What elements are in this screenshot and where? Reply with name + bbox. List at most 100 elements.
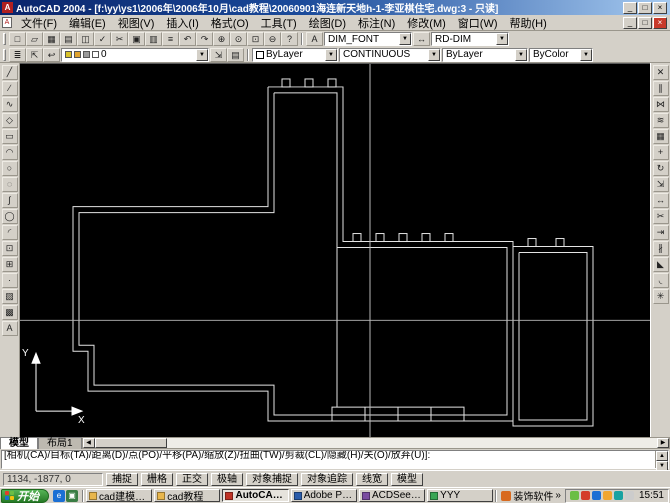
dim-style-combo[interactable]: RD-DIM ▼ [431, 32, 509, 46]
doc-minimize-button[interactable]: _ [623, 17, 637, 29]
minimize-button[interactable]: _ [623, 2, 637, 14]
tray-icon-3[interactable] [592, 491, 601, 500]
dropdown-arrow-icon[interactable]: ▼ [515, 49, 527, 61]
grid-button[interactable]: 栅格 [141, 473, 173, 486]
layer-previous-icon[interactable]: ↩ [43, 48, 60, 62]
deco-toolbar[interactable]: 装饰软件 » [499, 488, 563, 503]
menu-dimension[interactable]: 标注(N) [352, 14, 401, 32]
tray-icon-6[interactable] [625, 491, 634, 500]
hatch-icon[interactable]: ▨ [2, 289, 18, 304]
dropdown-arrow-icon[interactable]: ▼ [399, 33, 411, 45]
construction-line-icon[interactable]: ∕ [2, 81, 18, 96]
start-button[interactable]: 开始 [1, 489, 49, 503]
doc-restore-button[interactable]: □ [638, 17, 652, 29]
pan-icon[interactable]: ⊕ [213, 32, 230, 46]
color-control-combo[interactable]: ByLayer ▼ [252, 48, 338, 62]
dropdown-arrow-icon[interactable]: ▼ [325, 49, 337, 61]
tray-icon-1[interactable] [570, 491, 579, 500]
extend-icon[interactable]: ⇥ [653, 225, 669, 240]
layer-properties-icon[interactable]: ≣ [9, 48, 26, 62]
spline-icon[interactable]: ∫ [2, 193, 18, 208]
restore-button[interactable]: □ [638, 2, 652, 14]
linetype-control-combo[interactable]: CONTINUOUS ▼ [339, 48, 441, 62]
zoom-window-icon[interactable]: ⊡ [247, 32, 264, 46]
undo-icon[interactable]: ↶ [179, 32, 196, 46]
horizontal-scrollbar[interactable]: ◀ ▶ [82, 437, 670, 449]
scroll-up-icon[interactable]: ▲ [656, 451, 668, 461]
fillet-icon[interactable]: ◟ [653, 273, 669, 288]
close-button[interactable]: × [653, 2, 667, 14]
new-icon[interactable]: □ [9, 32, 26, 46]
rotate-icon[interactable]: ↻ [653, 161, 669, 176]
scrollbar-thumb[interactable] [95, 438, 167, 448]
save-icon[interactable]: ▦ [43, 32, 60, 46]
break-icon[interactable]: ∦ [653, 241, 669, 256]
menu-tools[interactable]: 工具(T) [255, 14, 303, 32]
explode-icon[interactable]: ✳ [653, 289, 669, 304]
lineweight-button[interactable]: 线宽 [356, 473, 388, 486]
text-style-icon[interactable]: A [306, 32, 323, 46]
stretch-icon[interactable]: ↔ [653, 193, 669, 208]
layer-combo[interactable]: 0 ▼ [61, 48, 209, 62]
scroll-right-icon[interactable]: ▶ [657, 438, 669, 448]
polar-button[interactable]: 极轴 [211, 473, 243, 486]
doc-close-button[interactable]: × [653, 17, 667, 29]
polyline-icon[interactable]: ∿ [2, 97, 18, 112]
rectangle-icon[interactable]: ▭ [2, 129, 18, 144]
menu-help[interactable]: 帮助(H) [504, 14, 553, 32]
cut-icon[interactable]: ✂ [111, 32, 128, 46]
layer-states-icon[interactable]: ▤ [227, 48, 244, 62]
dropdown-arrow-icon[interactable]: ▼ [428, 49, 440, 61]
make-block-icon[interactable]: ⊞ [2, 257, 18, 272]
tray-icon-2[interactable] [581, 491, 590, 500]
copy-object-icon[interactable]: ∥ [653, 81, 669, 96]
tray-icon-5[interactable] [614, 491, 623, 500]
quicklaunch-desktop-icon[interactable]: ▣ [66, 490, 78, 502]
redo-icon[interactable]: ↷ [196, 32, 213, 46]
menu-insert[interactable]: 插入(I) [160, 14, 204, 32]
dropdown-arrow-icon[interactable]: ▼ [580, 49, 592, 61]
plot-preview-icon[interactable]: ◫ [77, 32, 94, 46]
deco-app-icon[interactable] [501, 491, 511, 501]
plotstyle-control-combo[interactable]: ByColor ▼ [529, 48, 593, 62]
menu-draw[interactable]: 绘图(D) [303, 14, 352, 32]
scroll-left-icon[interactable]: ◀ [83, 438, 95, 448]
menu-view[interactable]: 视图(V) [112, 14, 161, 32]
match-properties-icon[interactable]: ≡ [162, 32, 179, 46]
zoom-previous-icon[interactable]: ⊖ [264, 32, 281, 46]
mtext-icon[interactable]: A [2, 321, 18, 336]
task-acdsee[interactable]: ACDSee v3.1... [359, 489, 425, 502]
ellipse-arc-icon[interactable]: ◜ [2, 225, 18, 240]
plot-icon[interactable]: ▤ [60, 32, 77, 46]
chamfer-icon[interactable]: ◣ [653, 257, 669, 272]
task-photoshop[interactable]: Adobe Photo... [291, 489, 357, 502]
tab-layout1[interactable]: 布局1 [38, 437, 82, 449]
command-scrollbar[interactable]: ▲ ▼ [655, 451, 668, 468]
otrack-button[interactable]: 对象追踪 [301, 473, 353, 486]
dim-style-icon[interactable]: ↔ [413, 32, 430, 46]
offset-icon[interactable]: ≋ [653, 113, 669, 128]
quicklaunch-ie-icon[interactable]: e [53, 490, 65, 502]
menu-format[interactable]: 格式(O) [205, 14, 255, 32]
open-icon[interactable]: ▱ [26, 32, 43, 46]
revcloud-icon[interactable]: ◌ [2, 177, 18, 192]
task-autocad[interactable]: AutoCAD 200... [222, 489, 288, 502]
arc-icon[interactable]: ◠ [2, 145, 18, 160]
erase-icon[interactable]: ✕ [653, 65, 669, 80]
ortho-button[interactable]: 正交 [176, 473, 208, 486]
menu-edit[interactable]: 编辑(E) [63, 14, 112, 32]
task-cad-tutorial[interactable]: cad教程 [154, 489, 220, 502]
model-space-button[interactable]: 模型 [391, 473, 423, 486]
copy-icon[interactable]: ▣ [128, 32, 145, 46]
lineweight-control-combo[interactable]: ByLayer ▼ [442, 48, 528, 62]
array-icon[interactable]: ▦ [653, 129, 669, 144]
mirror-icon[interactable]: ⋈ [653, 97, 669, 112]
menu-modify[interactable]: 修改(M) [401, 14, 452, 32]
snap-button[interactable]: 捕捉 [106, 473, 138, 486]
text-style-combo[interactable]: DIM_FONT ▼ [324, 32, 412, 46]
command-input-area[interactable]: [相机(CA)/目标(TA)/距离(D)/点(PO)/平移(PA)/缩放(Z)/… [2, 451, 655, 468]
task-cad-modeling-tutorial[interactable]: cad建模教程 [86, 489, 152, 502]
region-icon[interactable]: ▩ [2, 305, 18, 320]
zoom-realtime-icon[interactable]: ⊙ [230, 32, 247, 46]
point-icon[interactable]: · [2, 273, 18, 288]
